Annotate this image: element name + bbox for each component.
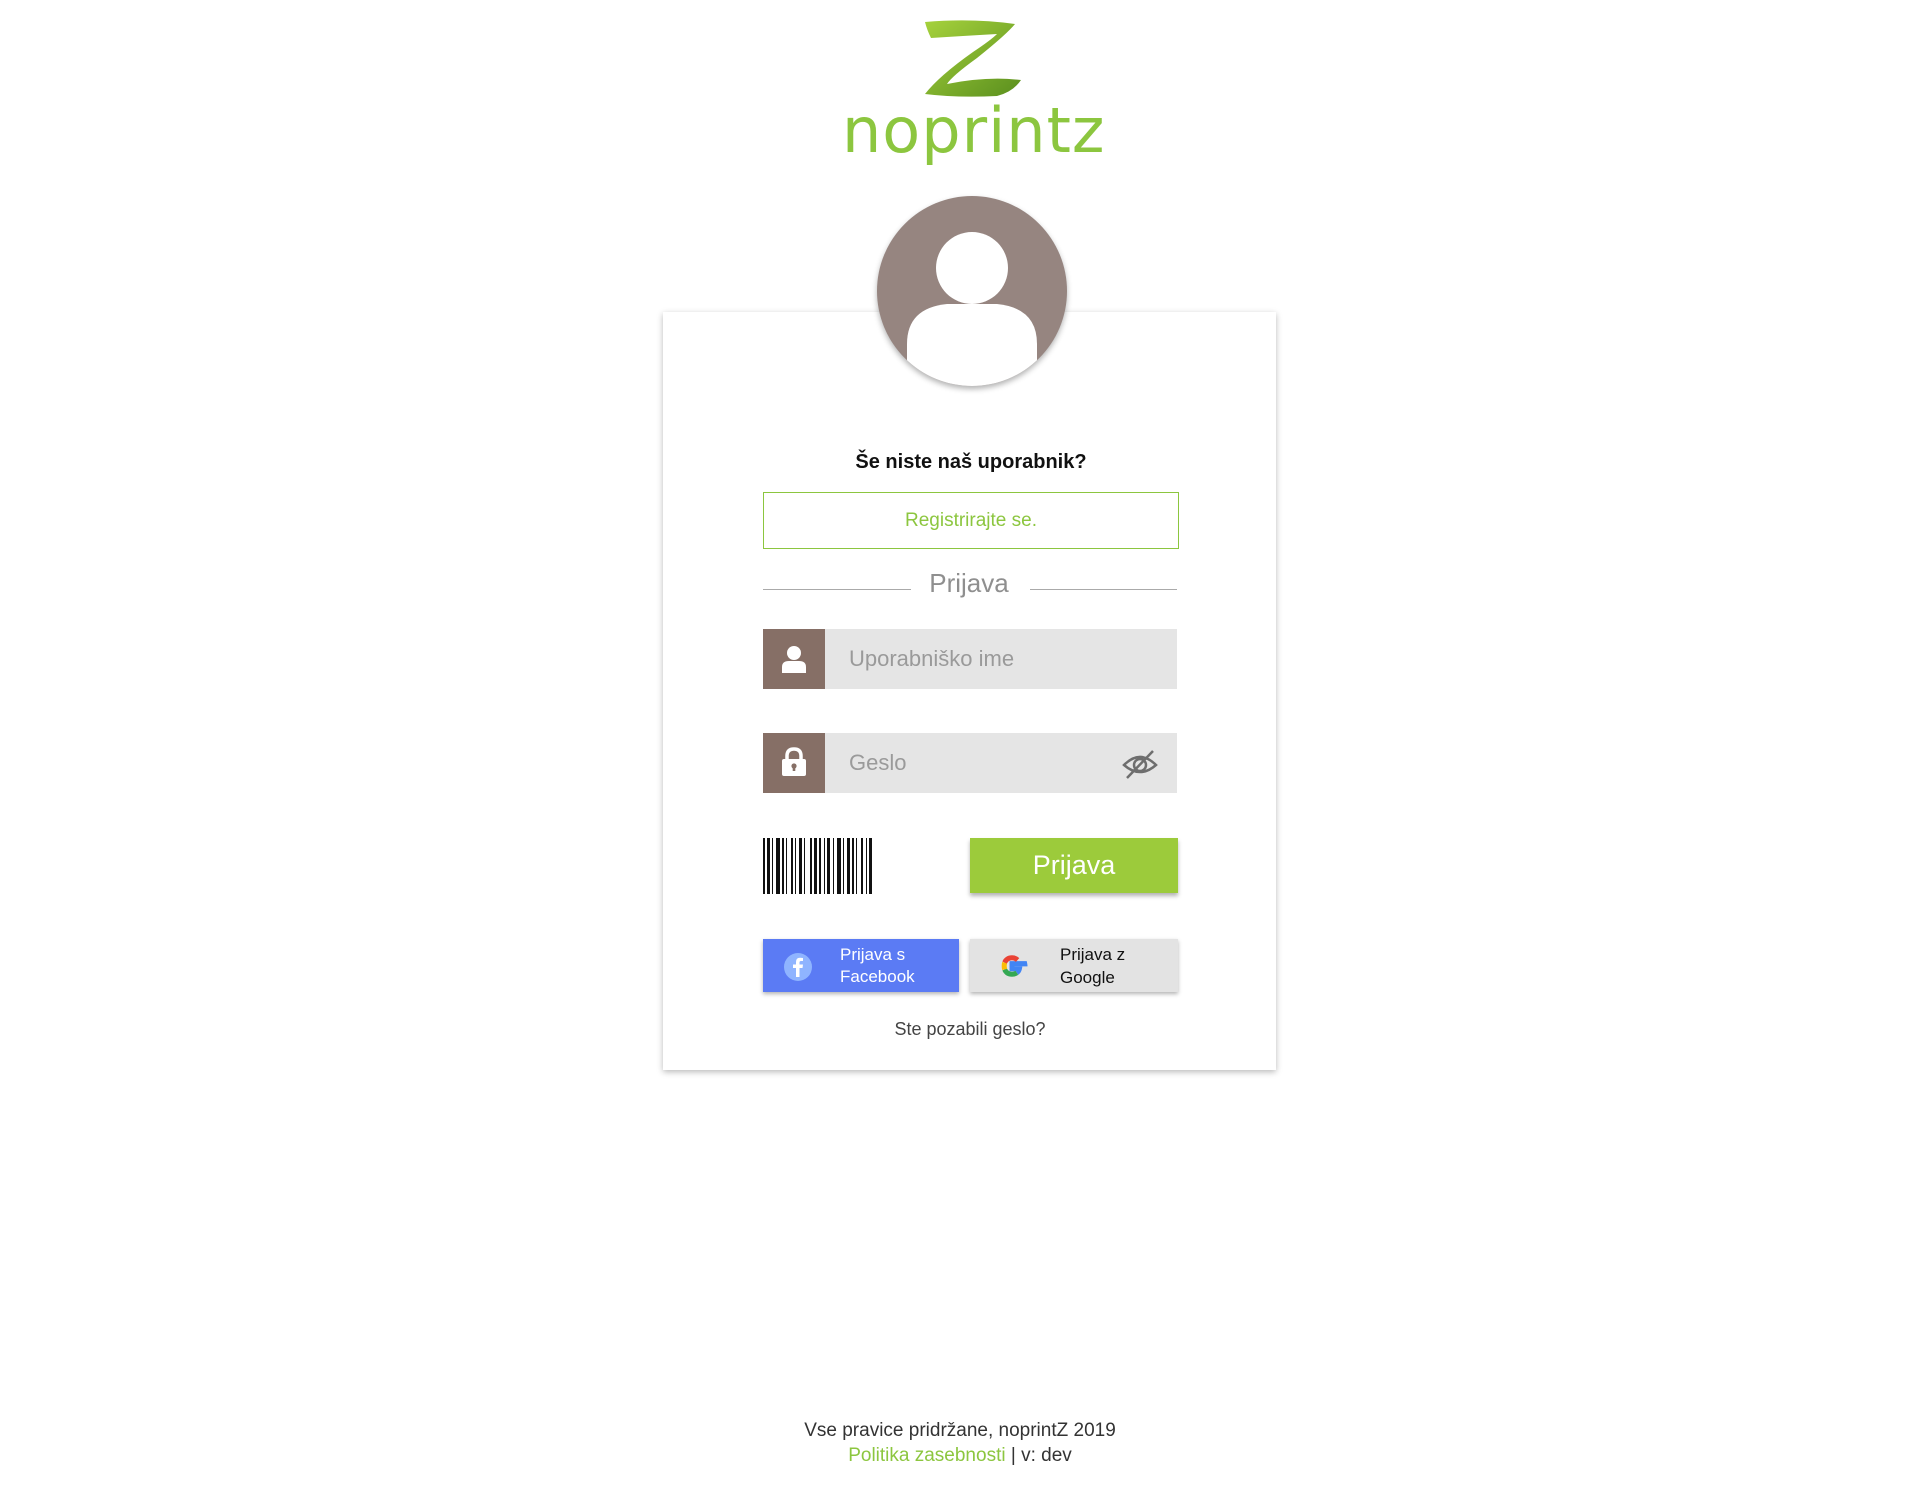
avatar-user-icon (907, 232, 1037, 386)
password-icon-box (763, 733, 825, 793)
divider-left (763, 589, 911, 590)
password-field (763, 733, 1177, 793)
divider-right (1030, 589, 1177, 590)
login-button[interactable]: Prijava (970, 838, 1178, 893)
google-icon (1001, 955, 1028, 977)
user-icon (782, 646, 806, 673)
google-login-button[interactable]: Prijava z Google (970, 939, 1178, 992)
footer-separator: | (1010, 1445, 1016, 1466)
signup-question: Še niste naš uporabnik? (855, 451, 1087, 473)
barcode-icon[interactable] (763, 838, 959, 894)
google-label-line1: Prijava z (1060, 945, 1126, 964)
footer-links: Politika zasebnosti | v: dev (660, 1445, 1260, 1467)
facebook-label-line2: Facebook (840, 967, 915, 986)
footer-copyright: Vse pravice pridržane, noprintZ 2019 (804, 1420, 1116, 1441)
facebook-login-label: Prijava s Facebook (840, 944, 955, 988)
logo-wordmark: noprintz (842, 94, 1106, 167)
forgot-password-link[interactable]: Ste pozabili geslo? (763, 1019, 1177, 1040)
version-label: v: dev (1021, 1445, 1072, 1466)
login-section-title: Prijava (929, 568, 1009, 598)
username-input[interactable] (825, 629, 1177, 689)
avatar (877, 196, 1067, 386)
google-label-line2: Google (1060, 968, 1115, 987)
register-button[interactable]: Registrirajte se. (763, 492, 1179, 549)
eye-off-icon[interactable] (1121, 747, 1159, 781)
logo-z-mark (925, 20, 1021, 97)
lock-icon (782, 747, 806, 776)
facebook-label-line1: Prijava s (840, 945, 906, 964)
facebook-icon (784, 953, 812, 981)
google-login-label: Prijava z Google (1060, 943, 1175, 989)
username-icon-box (763, 629, 825, 689)
facebook-login-button[interactable]: Prijava s Facebook (763, 939, 959, 992)
username-field (763, 629, 1177, 689)
privacy-policy-link[interactable]: Politika zasebnosti (848, 1445, 1005, 1466)
noprintz-logo: noprintz (842, 18, 1106, 167)
